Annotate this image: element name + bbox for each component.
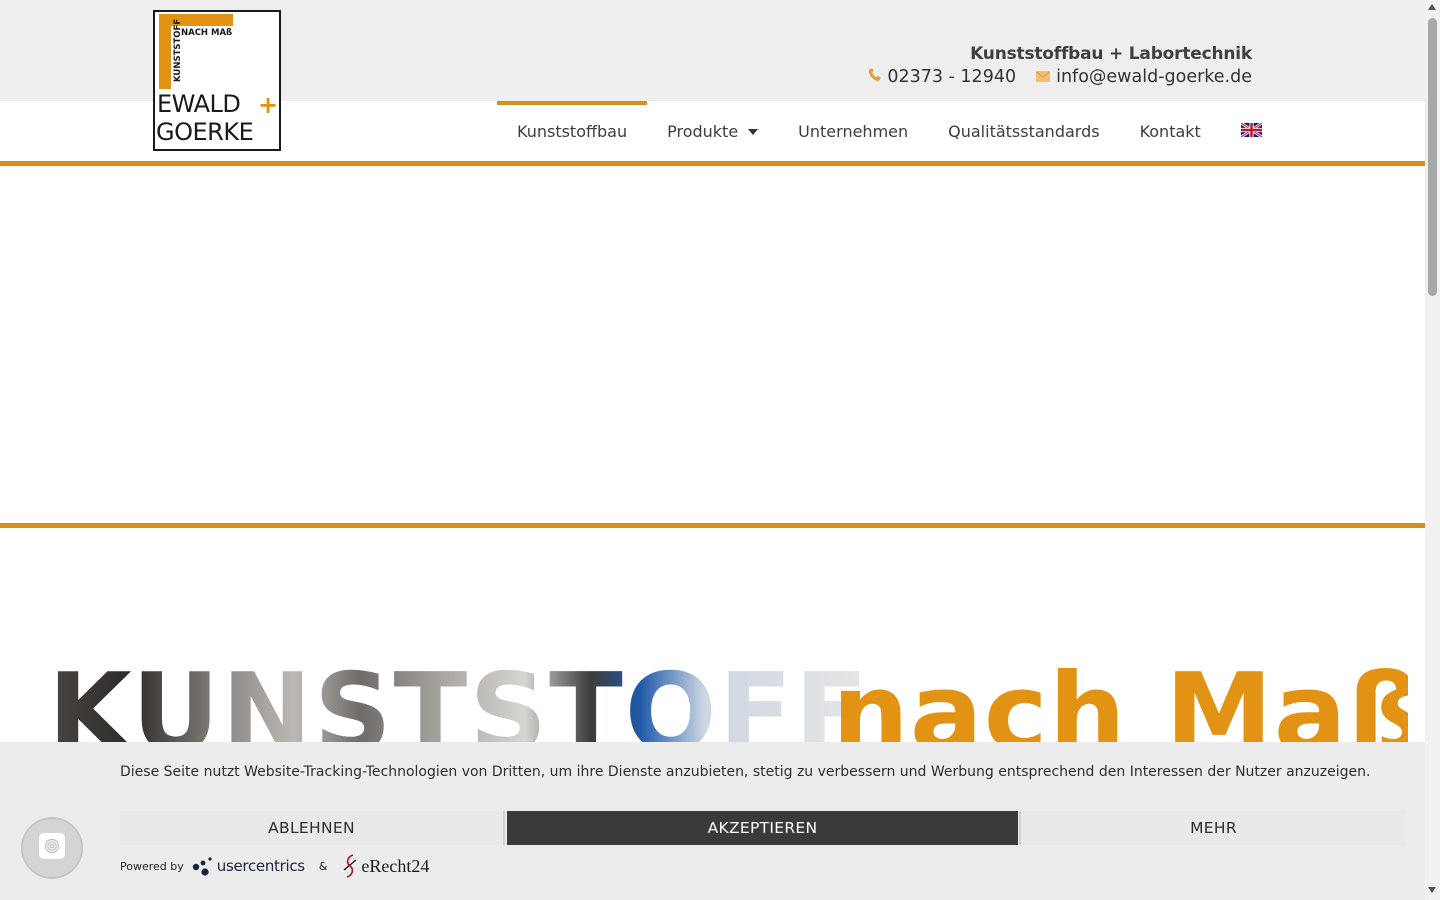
privacy-settings-button[interactable] — [21, 817, 83, 879]
more-button[interactable]: MEHR — [1022, 811, 1405, 845]
mail-icon — [1036, 67, 1051, 87]
powered-by-label: Powered by — [120, 859, 184, 873]
nav-item-kontakt[interactable]: Kontakt — [1120, 101, 1221, 162]
cookie-text: Diese Seite nutzt Website-Tracking-Techn… — [120, 764, 1371, 780]
accent-rule-top — [0, 161, 1425, 166]
page-scrollbar[interactable] — [1425, 0, 1440, 900]
nav-label: Qualitätsstandards — [948, 122, 1100, 141]
phone-link[interactable]: 02373 - 12940 — [868, 67, 1016, 87]
cookie-banner: Diese Seite nutzt Website-Tracking-Techn… — [0, 742, 1425, 900]
hero-word-kunststoff: KUNSTSTOFF — [48, 660, 870, 742]
divider — [503, 811, 505, 845]
decline-button[interactable]: ABLEHNEN — [120, 811, 503, 845]
nav-item-qualitaetsstandards[interactable]: Qualitätsstandards — [928, 101, 1119, 162]
email-address: info@ewald-goerke.de — [1056, 67, 1252, 87]
powered-by: Powered by usercentrics & eRecht24 — [120, 854, 429, 878]
uk-flag-icon — [1240, 121, 1263, 141]
phone-number: 02373 - 12940 — [887, 67, 1017, 87]
contact-row: 02373 - 12940 info@ewald-goerke.de — [868, 67, 1252, 87]
accent-rule-bottom — [0, 523, 1425, 528]
company-logo[interactable]: NACH MAß KUNSTSTOFF EWALD + GOERKE — [153, 10, 281, 151]
logo-plus: + — [258, 91, 278, 119]
email-link[interactable]: info@ewald-goerke.de — [1036, 67, 1252, 87]
scroll-down-arrow-icon[interactable] — [1428, 887, 1436, 893]
nav-item-produkte[interactable]: Produkte — [647, 101, 778, 162]
tagline: Kunststoffbau + Labortechnik — [970, 44, 1252, 64]
divider — [1019, 811, 1021, 845]
logo-name-goerke: GOERKE — [156, 118, 253, 146]
phone-icon — [868, 67, 881, 87]
accept-button[interactable]: AKZEPTIEREN — [507, 811, 1018, 845]
main-nav: Kunststoffbau Produkte Unternehmen Quali… — [497, 101, 1282, 162]
ampersand: & — [318, 859, 328, 873]
usercentrics-wordmark: usercentrics — [216, 857, 305, 875]
scrollbar-thumb[interactable] — [1428, 18, 1437, 296]
nav-label: Unternehmen — [798, 122, 909, 141]
nav-item-unternehmen[interactable]: Unternehmen — [778, 101, 928, 162]
logo-name-ewald: EWALD — [157, 90, 240, 118]
hero-headline: KUNSTSTOFF nach Maß — [48, 660, 1408, 742]
nav-label: Kunststoffbau — [517, 122, 628, 141]
logo-text-nach-mass: NACH MAß — [181, 28, 232, 38]
nav-label: Produkte — [667, 122, 739, 141]
erecht24-wordmark: eRecht24 — [361, 855, 430, 876]
fingerprint-icon — [36, 830, 68, 866]
logo-text-kunststoff: KUNSTSTOFF — [173, 19, 183, 82]
nav-item-kunststoffbau[interactable]: Kunststoffbau — [497, 101, 648, 162]
nav-label: Kontakt — [1139, 122, 1201, 141]
language-switch[interactable] — [1221, 101, 1282, 162]
hero-word-nach-mass: nach Maß — [832, 660, 1408, 742]
usercentrics-logo[interactable]: usercentrics — [192, 855, 305, 877]
chevron-down-icon — [748, 128, 759, 135]
scroll-up-arrow-icon[interactable] — [1428, 4, 1436, 10]
contact-block: Kunststoffbau + Labortechnik 02373 - 129… — [868, 44, 1252, 87]
page: Kunststoffbau + Labortechnik 02373 - 129… — [0, 0, 1425, 900]
erecht24-logo[interactable]: eRecht24 — [341, 854, 429, 878]
